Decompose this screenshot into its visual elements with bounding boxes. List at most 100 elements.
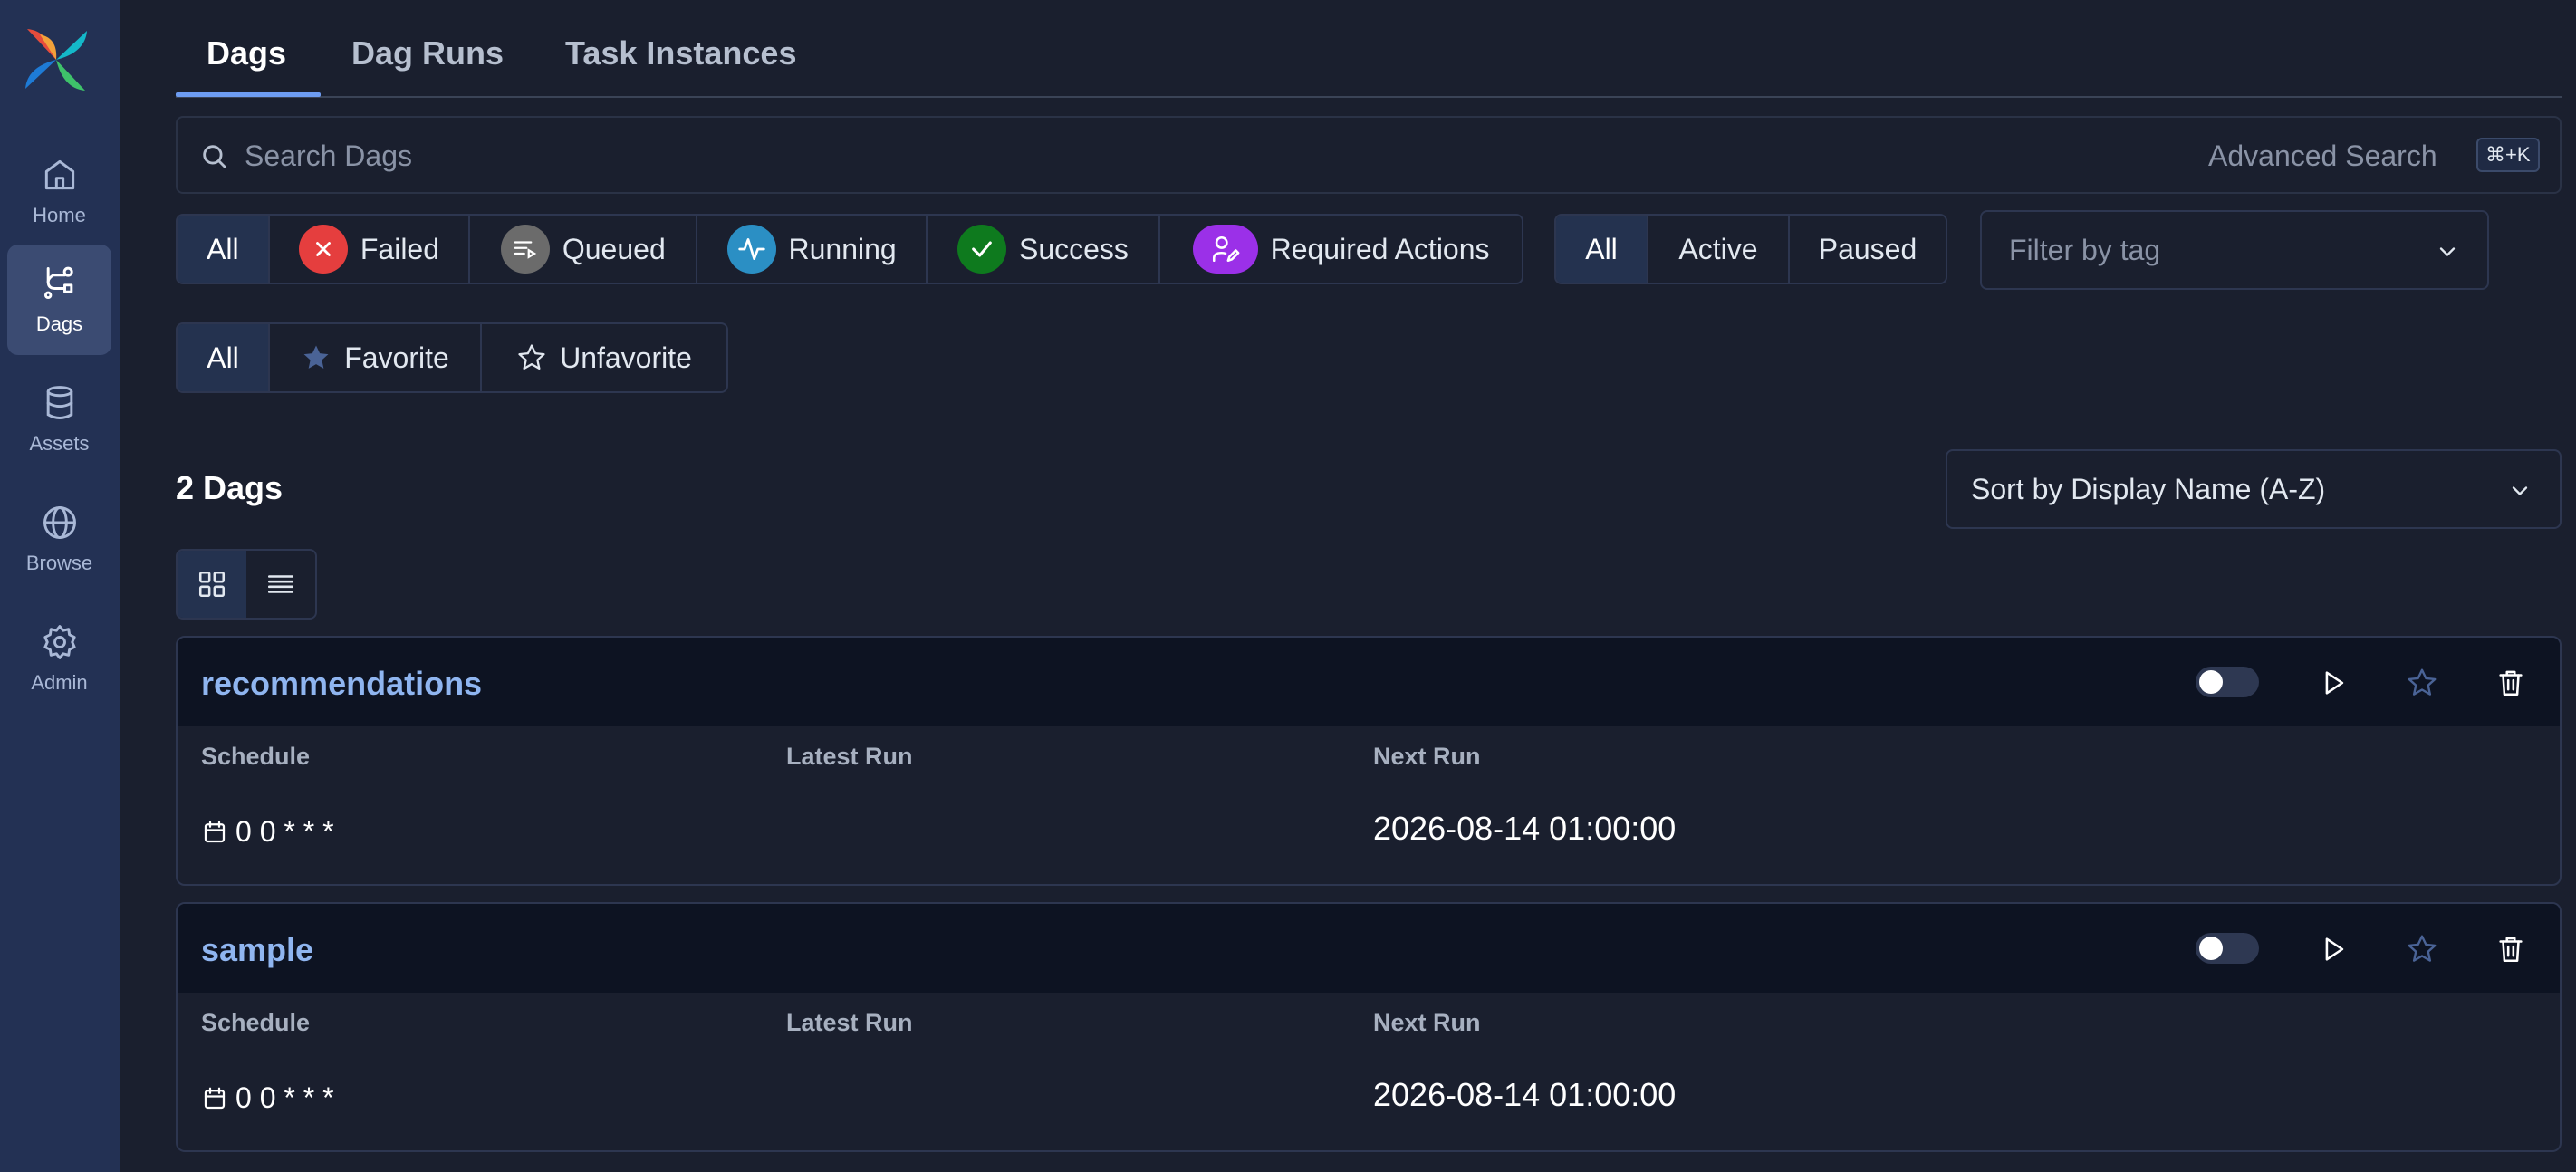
chevron-down-icon (2435, 239, 2460, 264)
filter-state-success[interactable]: Success (928, 216, 1161, 283)
sidebar-item-label: Assets (29, 432, 90, 455)
filter-favorite[interactable]: Favorite (270, 324, 482, 391)
shortcut-badge: ⌘+K (2476, 138, 2540, 172)
check-icon (956, 225, 1006, 274)
filter-paused-all[interactable]: All (1556, 216, 1648, 283)
search-input[interactable] (245, 136, 1875, 176)
delete-dag-button[interactable] (2493, 665, 2529, 701)
running-icon (726, 225, 776, 274)
dags-icon (40, 264, 80, 303)
column-header-next-run: Next Run (1373, 1009, 1481, 1036)
table-view-button[interactable] (246, 551, 315, 618)
tab-task-instances[interactable]: Task Instances (565, 34, 796, 72)
trash-icon (2495, 668, 2526, 698)
dag-count: 2 Dags (176, 469, 284, 506)
trigger-dag-button[interactable] (2315, 931, 2351, 967)
delete-dag-button[interactable] (2493, 931, 2529, 967)
calendar-icon (201, 1085, 228, 1112)
dag-card-header: recommendations (178, 638, 2560, 726)
view-toggle (176, 549, 317, 620)
schedule-value: 0 0 * * * (201, 815, 334, 849)
chevron-down-icon (2507, 478, 2533, 504)
state-filter-group: All Failed Queued Running Success Requir… (176, 214, 1523, 284)
failed-icon (298, 225, 348, 274)
play-icon (2318, 934, 2349, 965)
home-icon (40, 155, 80, 195)
filter-state-all[interactable]: All (178, 216, 270, 283)
schedule-value: 0 0 * * * (201, 1081, 334, 1115)
filter-state-failed[interactable]: Failed (270, 216, 471, 283)
filter-label: Queued (562, 232, 666, 265)
sidebar-item-label: Admin (31, 671, 88, 694)
sidebar-item-label: Dags (35, 312, 83, 335)
column-header-schedule: Schedule (201, 743, 311, 770)
list-icon (265, 569, 296, 600)
sidebar-item-assets[interactable]: Assets (7, 364, 111, 475)
filter-label: Paused (1818, 232, 1918, 265)
user-edit-icon (1192, 225, 1258, 274)
filter-unfavorite[interactable]: Unfavorite (482, 324, 726, 391)
filter-label: Running (788, 232, 897, 265)
card-view-button[interactable] (178, 551, 246, 618)
queued-icon (500, 225, 550, 274)
globe-icon (40, 503, 80, 543)
database-icon (40, 383, 80, 423)
next-run-value: 2026-08-14 01:00:00 (1373, 1076, 1677, 1113)
filter-favorite-all[interactable]: All (178, 324, 270, 391)
play-icon (2318, 668, 2349, 698)
pause-toggle[interactable] (2196, 667, 2259, 697)
gear-icon (40, 622, 80, 662)
dag-card: recommendations Schedule Latest Run Next… (176, 636, 2562, 886)
filter-paused[interactable]: Paused (1790, 216, 1946, 283)
sidebar-item-label: Home (33, 204, 86, 226)
search-bar: Advanced Search ⌘+K (176, 116, 2562, 194)
sidebar-item-browse[interactable]: Browse (7, 484, 111, 594)
dag-name-link[interactable]: sample (201, 931, 313, 969)
tab-dags[interactable]: Dags (207, 34, 286, 72)
tag-filter-placeholder: Filter by tag (2009, 234, 2161, 266)
filter-label: All (207, 341, 239, 374)
trigger-dag-button[interactable] (2315, 665, 2351, 701)
filter-state-running[interactable]: Running (697, 216, 928, 283)
sidebar-item-dags[interactable]: Dags (7, 245, 111, 355)
filter-active[interactable]: Active (1648, 216, 1790, 283)
toggle-knob (2199, 670, 2223, 694)
favorite-filter-group: All Favorite Unfavorite (176, 322, 728, 393)
tab-dag-runs[interactable]: Dag Runs (351, 34, 504, 72)
dag-card: sample Schedule Latest Run Next Run 0 0 … (176, 902, 2562, 1152)
filter-state-required-actions[interactable]: Required Actions (1160, 216, 1522, 283)
column-header-latest-run: Latest Run (786, 743, 913, 770)
dag-card-header: sample (178, 904, 2560, 993)
star-filled-icon (301, 342, 332, 373)
active-tab-indicator (176, 92, 321, 97)
filter-label: Success (1018, 232, 1129, 265)
column-header-schedule: Schedule (201, 1009, 311, 1036)
favorite-button[interactable] (2404, 931, 2440, 967)
filter-label: All (207, 232, 239, 265)
calendar-icon (201, 819, 228, 846)
star-outline-icon (516, 342, 547, 373)
filter-label: Favorite (344, 341, 449, 374)
star-outline-icon (2406, 933, 2438, 965)
sort-select[interactable]: Sort by Display Name (A-Z) (1946, 449, 2562, 529)
favorite-button[interactable] (2404, 665, 2440, 701)
filter-label: Active (1678, 232, 1758, 265)
sidebar: Home Dags Assets Browse Admin (0, 0, 120, 1172)
airflow-logo[interactable] (22, 25, 91, 94)
search-icon (199, 141, 230, 172)
sidebar-item-admin[interactable]: Admin (7, 603, 111, 714)
tag-filter-select[interactable]: Filter by tag (1980, 210, 2489, 290)
dag-name-link[interactable]: recommendations (201, 665, 482, 703)
trash-icon (2495, 934, 2526, 965)
advanced-search-link[interactable]: Advanced Search (2208, 139, 2437, 173)
filter-label: All (1585, 232, 1618, 265)
sidebar-item-home[interactable]: Home (7, 136, 111, 246)
paused-filter-group: All Active Paused (1554, 214, 1947, 284)
star-outline-icon (2406, 667, 2438, 699)
filter-label: Failed (360, 232, 440, 265)
pause-toggle[interactable] (2196, 933, 2259, 964)
filter-state-queued[interactable]: Queued (470, 216, 698, 283)
sidebar-item-label: Browse (25, 552, 93, 574)
toggle-knob (2199, 937, 2223, 960)
column-header-latest-run: Latest Run (786, 1009, 913, 1036)
